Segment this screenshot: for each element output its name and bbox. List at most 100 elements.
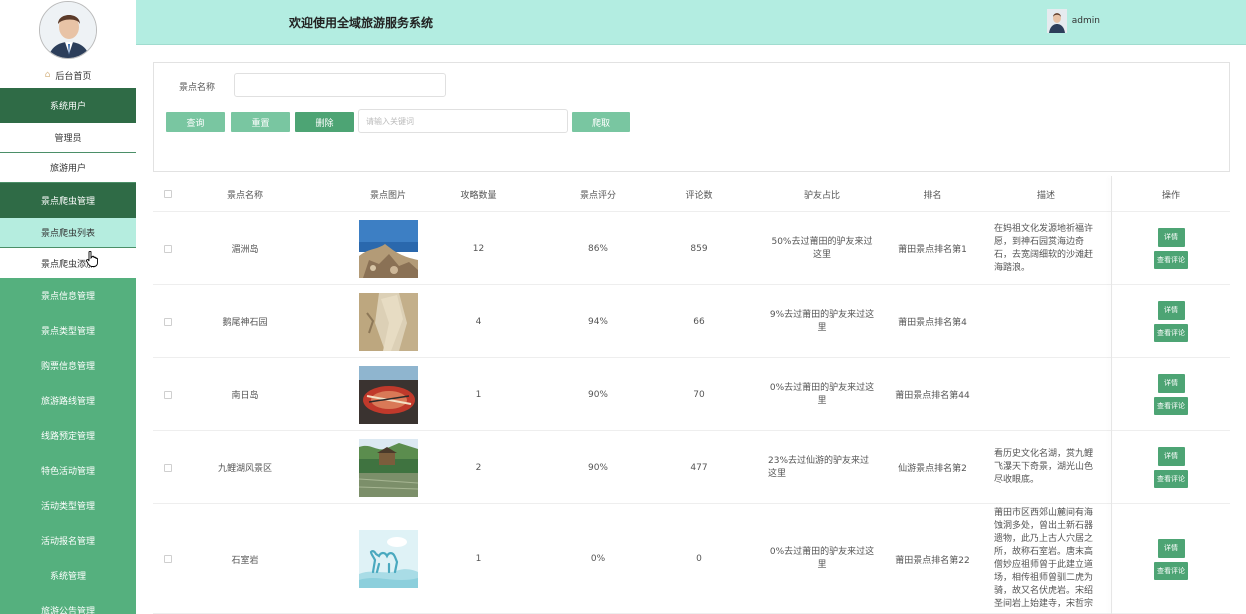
- sidebar-item-9[interactable]: 旅游路线管理: [0, 383, 136, 418]
- description-text: 在妈祖文化发源地祈福许愿，到神石园赏海边奇石，去宽阔细软的沙滩赶海踏浪。: [994, 223, 1094, 273]
- spot-name-input[interactable]: [234, 73, 446, 97]
- reset-button[interactable]: 重置: [231, 112, 290, 132]
- column-header-4: 评论数: [685, 190, 713, 201]
- spot-name-cell: 鹅尾神石园: [222, 318, 268, 328]
- guides-count-cell: 1: [475, 389, 482, 400]
- table-row: 石室岩 1 0% 0 0%去过莆田的驴友来过这里 莆田景点排名第22 莆田市区西郊山麓间有海…: [153, 504, 1230, 614]
- sidebar-item-3[interactable]: 景点爬虫管理: [0, 183, 136, 218]
- spot-table: 景点名称 景点图片 攻略数量 景点评分 评论数 驴友占比 排名 描述 操作 湄洲岛 12 86% 85…: [153, 176, 1230, 614]
- traveler-ratio-cell: 0%去过莆田的驴友来过这里: [757, 504, 887, 614]
- guides-count-cell: 4: [475, 316, 482, 327]
- comments-count-cell: 0: [696, 554, 702, 564]
- sidebar-item-13[interactable]: 活动报名管理: [0, 523, 136, 558]
- traveler-ratio-cell: 23%去过仙游的驴友来过这里: [757, 431, 887, 504]
- table-body: 湄洲岛 12 86% 859 50%去过莆田的驴友来过这里 莆田景点排名第1 在妈祖文化发源…: [153, 212, 1230, 614]
- user-avatar: [1046, 9, 1067, 33]
- home-icon: ⌂: [44, 70, 51, 80]
- spot-image: [358, 438, 418, 497]
- row-checkbox[interactable]: [158, 358, 178, 431]
- crawl-button[interactable]: 爬取: [572, 112, 630, 132]
- description-cell: 莆田市区西郊山麓间有海蚀洞多处，曾出土新石器遗物，此乃上古人穴居之所，故称石室岩…: [994, 504, 1098, 614]
- delete-button[interactable]: 删除: [295, 112, 354, 132]
- header-username: admin: [1071, 16, 1100, 26]
- view-reviews-button[interactable]: 查看评论: [1154, 470, 1188, 488]
- score-cell: 94%: [587, 316, 608, 327]
- sidebar-item-8[interactable]: 购票信息管理: [0, 348, 136, 383]
- traveler-ratio-text: 0%去过莆田的驴友来过这里: [769, 382, 875, 406]
- view-reviews-button[interactable]: 查看评论: [1154, 397, 1188, 415]
- sidebar-item-4[interactable]: 景点爬虫列表: [0, 218, 136, 248]
- description-text: 莆田市区西郊山麓间有海蚀洞多处，曾出土新石器遗物，此乃上古人穴居之所，故称石室岩…: [994, 508, 1094, 609]
- operation-column-divider: [1111, 176, 1112, 614]
- select-all-checkbox[interactable]: [158, 176, 178, 212]
- spot-name-cell: 南日岛: [231, 391, 259, 401]
- detail-button[interactable]: 详情: [1157, 374, 1185, 393]
- traveler-ratio-cell: 9%去过莆田的驴友来过这里: [757, 285, 887, 358]
- rank-cell: 莆田景点排名第4: [898, 318, 967, 328]
- sidebar-item-14[interactable]: 系统管理: [0, 558, 136, 593]
- column-header-3: 景点评分: [579, 190, 616, 201]
- sidebar-item-10[interactable]: 线路预定管理: [0, 418, 136, 453]
- row-checkbox[interactable]: [158, 431, 178, 504]
- guides-count-cell: 12: [472, 243, 485, 254]
- row-checkbox[interactable]: [158, 285, 178, 358]
- sidebar: ⌂ 后台首页 系统用户 管理员 旅游用户 景点爬虫管理 景点爬虫列表 景点爬虫添加 景点信息…: [0, 0, 136, 614]
- detail-button[interactable]: 详情: [1157, 301, 1185, 320]
- operations-cell: 详情 查看评论: [1111, 285, 1231, 358]
- operations-cell: 详情 查看评论: [1111, 212, 1231, 285]
- header-user[interactable]: admin: [1046, 9, 1100, 33]
- query-button[interactable]: 查询: [166, 112, 225, 132]
- score-cell: 90%: [587, 389, 608, 400]
- sidebar-item-12[interactable]: 活动类型管理: [0, 488, 136, 523]
- comments-count-cell: 859: [690, 243, 708, 254]
- sidebar-item-1[interactable]: 管理员: [0, 123, 136, 153]
- traveler-ratio-text: 9%去过莆田的驴友来过这里: [769, 309, 875, 333]
- search-panel: 景点名称 查询 重置 删除 请输入关键词 爬取: [153, 62, 1230, 172]
- column-header-0: 景点名称: [226, 190, 263, 201]
- sidebar-home-label: 后台首页: [55, 71, 92, 82]
- sidebar-item-7[interactable]: 景点类型管理: [0, 313, 136, 348]
- column-header-7: 描述: [1036, 190, 1055, 201]
- description-text: 看历史文化名湖，赏九鲤飞瀑天下奇景，湖光山色尽收眼底。: [994, 449, 1094, 485]
- column-header-6: 排名: [923, 190, 942, 201]
- row-checkbox[interactable]: [158, 504, 178, 614]
- table-row: 鹅尾神石园 4 94% 66 9%去过莆田的驴友来过这里 莆田景点排名第4 详情查看评论: [153, 285, 1230, 358]
- traveler-ratio-text: 50%去过莆田的驴友来过这里: [771, 236, 873, 260]
- operations-cell: 详情 查看评论: [1111, 431, 1231, 504]
- comments-count-cell: 477: [690, 462, 708, 473]
- sidebar-item-11[interactable]: 特色活动管理: [0, 453, 136, 488]
- description-cell: 看历史文化名湖，赏九鲤飞瀑天下奇景，湖光山色尽收眼底。: [994, 431, 1098, 504]
- sidebar-item-0[interactable]: 系统用户: [0, 88, 136, 123]
- spot-name-cell: 九鲤湖风景区: [217, 464, 272, 474]
- sidebar-item-2[interactable]: 旅游用户: [0, 153, 136, 183]
- description-cell: [994, 285, 1098, 358]
- table-row: 湄洲岛 12 86% 859 50%去过莆田的驴友来过这里 莆田景点排名第1 在妈祖文化发源…: [153, 212, 1230, 285]
- view-reviews-button[interactable]: 查看评论: [1154, 251, 1188, 269]
- sidebar-item-15[interactable]: 旅游公告管理: [0, 593, 136, 614]
- app-title: 欢迎使用全域旅游服务系统: [289, 16, 434, 30]
- row-checkbox[interactable]: [158, 212, 178, 285]
- spot-name-cell: 湄洲岛: [231, 245, 259, 255]
- spot-image: [358, 219, 418, 278]
- column-header-5: 驴友占比: [803, 190, 840, 201]
- spot-image: [358, 292, 418, 351]
- view-reviews-button[interactable]: 查看评论: [1154, 561, 1188, 580]
- detail-button[interactable]: 详情: [1157, 228, 1185, 247]
- view-reviews-button[interactable]: 查看评论: [1154, 324, 1188, 342]
- score-cell: 0%: [590, 554, 606, 564]
- sidebar-item-6[interactable]: 景点信息管理: [0, 278, 136, 313]
- table-row: 九鲤湖风景区 2 90% 477 23%去过仙游的驴友来过这里 仙游景点排名第2 看历史文化…: [153, 431, 1230, 504]
- score-cell: 90%: [587, 462, 608, 473]
- spot-name-label: 景点名称: [179, 83, 216, 93]
- comments-count-cell: 66: [693, 316, 705, 327]
- keyword-input[interactable]: 请输入关键词: [358, 109, 568, 133]
- detail-button[interactable]: 详情: [1157, 538, 1185, 558]
- comments-count-cell: 70: [693, 389, 705, 400]
- score-cell: 86%: [587, 243, 608, 254]
- sidebar-menu: 系统用户 管理员 旅游用户 景点爬虫管理 景点爬虫列表 景点爬虫添加 景点信息管理 景点类型管…: [0, 88, 136, 614]
- sidebar-home[interactable]: ⌂ 后台首页: [0, 62, 136, 88]
- table-header: 景点名称 景点图片 攻略数量 景点评分 评论数 驴友占比 排名 描述 操作: [153, 176, 1230, 212]
- rank-cell: 莆田景点排名第1: [898, 245, 967, 255]
- sidebar-item-5[interactable]: 景点爬虫添加: [0, 248, 136, 278]
- detail-button[interactable]: 详情: [1157, 447, 1185, 466]
